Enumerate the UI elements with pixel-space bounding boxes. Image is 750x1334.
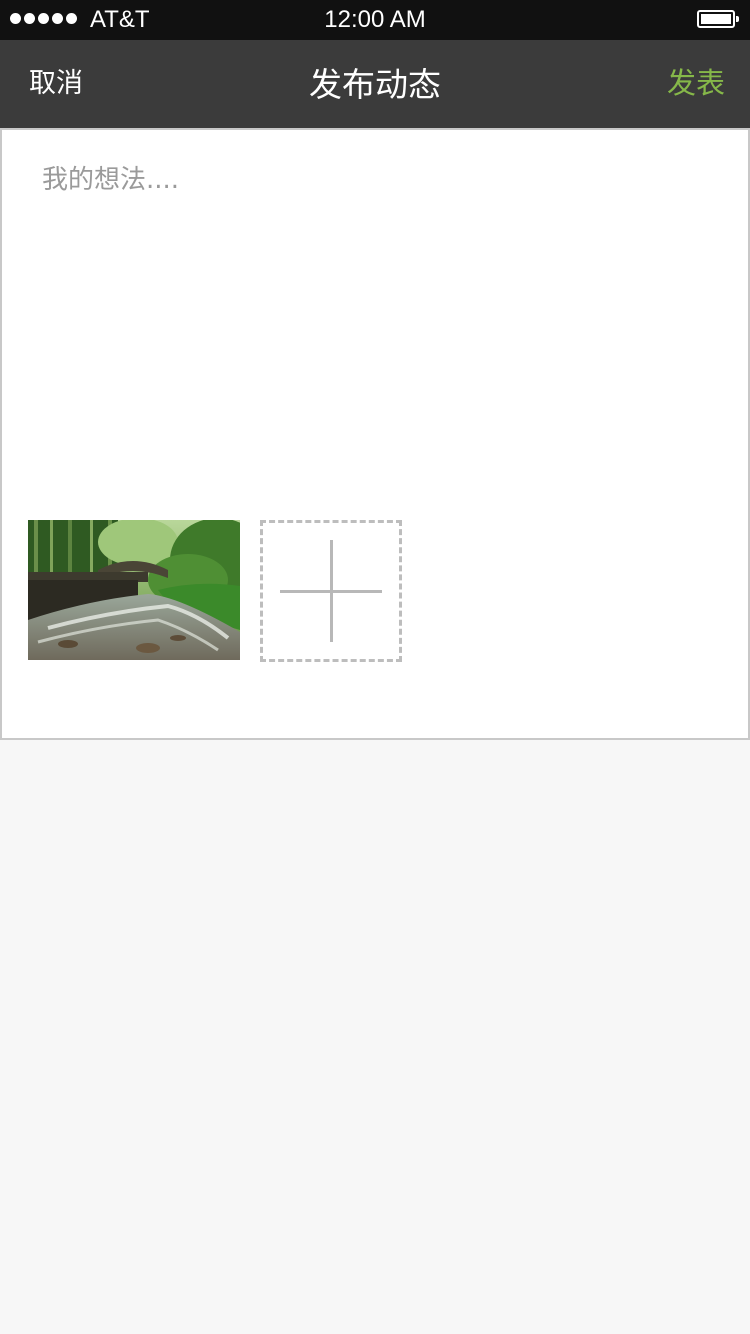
- battery-icon: [697, 10, 739, 28]
- status-time: 12:00 AM: [324, 6, 426, 33]
- publish-button[interactable]: 发表: [667, 64, 725, 102]
- forest-stream-photo: [28, 520, 240, 660]
- page-title: 发布动态: [309, 65, 441, 104]
- battery-tip: [736, 16, 739, 22]
- plus-icon-vertical: [330, 540, 333, 642]
- compose-card: [0, 128, 750, 740]
- status-bar: AT&T 12:00 AM: [0, 0, 750, 40]
- post-text-input[interactable]: [42, 160, 702, 490]
- battery-fill: [701, 14, 731, 24]
- attached-photo-thumbnail[interactable]: [28, 520, 240, 660]
- add-photo-button[interactable]: [260, 520, 402, 662]
- cancel-button[interactable]: 取消: [29, 66, 83, 102]
- navigation-bar: 取消 发布动态 发表: [0, 40, 750, 128]
